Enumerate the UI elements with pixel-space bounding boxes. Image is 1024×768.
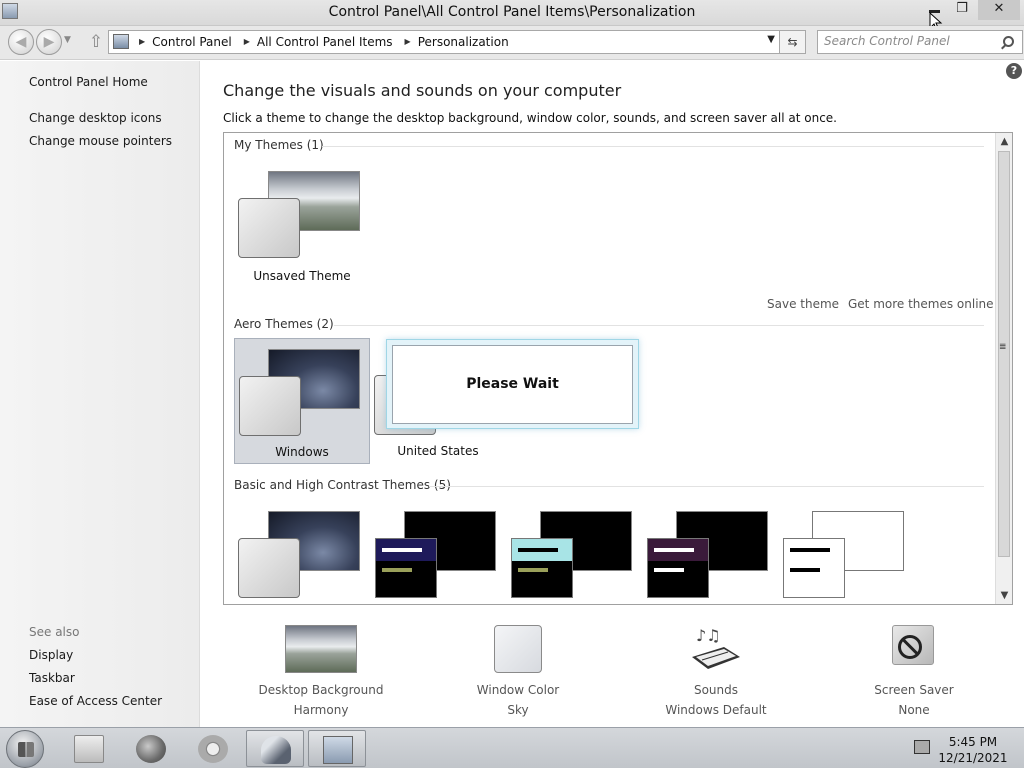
save-theme-link[interactable]: Save theme xyxy=(767,297,839,311)
taskbar: 5:45 PM 12/21/2021 xyxy=(0,727,1024,768)
get-more-themes-link[interactable]: Get more themes online xyxy=(848,297,994,311)
app-icon xyxy=(261,736,291,764)
group-my-themes: My Themes (1) xyxy=(234,138,324,152)
theme-window-preview xyxy=(238,538,300,598)
page-title: Change the visuals and sounds on your co… xyxy=(223,81,622,100)
theme-window-preview xyxy=(238,198,300,258)
up-arrow-icon[interactable]: ⇧ xyxy=(86,32,106,52)
back-button[interactable]: ◀ xyxy=(8,29,34,55)
address-dropdown-icon[interactable]: ▼ xyxy=(767,34,775,45)
windows-logo-icon xyxy=(18,742,34,757)
sounds-value: Windows Default xyxy=(665,703,767,717)
taskbar-file-explorer[interactable] xyxy=(60,730,118,767)
help-icon[interactable]: ? xyxy=(1006,63,1022,79)
scroll-down-button[interactable]: ▼ xyxy=(996,587,1012,604)
screen-saver-value: None xyxy=(898,703,930,717)
task-pane: Control Panel Home Change desktop icons … xyxy=(0,61,200,727)
breadcrumb-control-panel[interactable]: Control Panel xyxy=(152,35,232,49)
start-button[interactable] xyxy=(6,730,44,768)
clock-time: 5:45 PM xyxy=(948,735,998,749)
refresh-button[interactable]: ⇆ xyxy=(780,30,806,54)
restore-button[interactable]: ❐ xyxy=(948,0,976,20)
chevron-right-icon: ▶ xyxy=(139,37,146,46)
group-aero-themes: Aero Themes (2) xyxy=(234,317,334,331)
control-panel-icon xyxy=(323,736,353,764)
forward-button[interactable]: ▶ xyxy=(36,29,62,55)
vertical-scrollbar[interactable]: ▲ ═ ═ ▼ xyxy=(995,133,1012,604)
scroll-thumb[interactable] xyxy=(998,151,1010,557)
search-box[interactable] xyxy=(817,30,1023,54)
dialog-body: Please Wait xyxy=(392,345,633,424)
taskbar-link[interactable]: Taskbar xyxy=(29,671,75,685)
scroll-grip-icon: ═ ═ xyxy=(1000,341,1006,354)
window-color-icon xyxy=(482,623,554,673)
window-title: Control Panel\All Control Panel Items\Pe… xyxy=(328,4,696,20)
title-bar: Control Panel\All Control Panel Items\Pe… xyxy=(0,0,1024,32)
desktop-background-setting[interactable]: Desktop Background Harmony xyxy=(246,623,396,717)
chrome-icon xyxy=(198,735,228,763)
desktop-background-icon xyxy=(285,623,357,673)
sounds-label: Sounds xyxy=(693,683,739,697)
search-input[interactable] xyxy=(824,34,994,48)
group-basic-themes: Basic and High Contrast Themes (5) xyxy=(234,478,451,492)
window-color-value: Sky xyxy=(507,703,529,717)
sounds-setting[interactable]: ♪♫ Sounds Windows Default xyxy=(641,623,791,717)
theme-window-preview xyxy=(647,538,709,598)
please-wait-message: Please Wait xyxy=(466,376,559,392)
control-panel-home-link[interactable]: Control Panel Home xyxy=(29,75,148,89)
breadcrumb-personalization[interactable]: Personalization xyxy=(418,35,509,49)
group-divider xyxy=(322,146,984,147)
control-panel-icon xyxy=(113,34,129,49)
theme-unsaved-label: Unsaved Theme xyxy=(253,269,351,283)
taskbar-control-panel[interactable] xyxy=(308,730,366,767)
recent-pages-dropdown[interactable]: ▼ xyxy=(64,35,71,45)
page-subtitle: Click a theme to change the desktop back… xyxy=(223,111,837,125)
theme-window-preview xyxy=(239,376,301,436)
address-bar[interactable]: ▶ Control Panel ▶ All Control Panel Item… xyxy=(108,30,780,54)
taskbar-app-active[interactable] xyxy=(246,730,304,767)
group-divider xyxy=(429,486,984,487)
network-icon[interactable] xyxy=(914,740,930,754)
desktop-background-value: Harmony xyxy=(293,703,349,717)
window-color-label: Window Color xyxy=(476,683,560,697)
taskbar-firefox[interactable] xyxy=(122,730,180,767)
breadcrumb-all-items[interactable]: All Control Panel Items xyxy=(257,35,393,49)
screen-saver-setting[interactable]: Screen Saver None xyxy=(839,623,989,717)
display-link[interactable]: Display xyxy=(29,648,73,662)
desktop-background-label: Desktop Background xyxy=(258,683,384,697)
theme-united-states-label: United States xyxy=(397,444,479,458)
theme-windows-label: Windows xyxy=(275,445,329,459)
search-icon[interactable] xyxy=(1003,36,1014,47)
theme-window-preview xyxy=(783,538,845,598)
svg-text:♪♫: ♪♫ xyxy=(696,626,721,645)
firefox-icon xyxy=(136,735,166,763)
sounds-icon: ♪♫ xyxy=(680,623,752,673)
clock[interactable]: 5:45 PM 12/21/2021 xyxy=(938,734,1008,766)
chevron-right-icon: ▶ xyxy=(243,37,250,46)
theme-windows[interactable]: Windows xyxy=(234,338,370,464)
change-desktop-icons-link[interactable]: Change desktop icons xyxy=(29,111,162,125)
scroll-up-button[interactable]: ▲ xyxy=(996,133,1012,150)
ease-of-access-link[interactable]: Ease of Access Center xyxy=(29,694,162,708)
theme-window-preview xyxy=(511,538,573,598)
theme-window-preview xyxy=(375,538,437,598)
change-mouse-pointers-link[interactable]: Change mouse pointers xyxy=(29,134,172,148)
screen-saver-icon xyxy=(878,623,950,673)
clock-date: 12/21/2021 xyxy=(938,751,1008,765)
group-divider xyxy=(334,325,984,326)
chevron-right-icon: ▶ xyxy=(404,37,411,46)
see-also-heading: See also xyxy=(29,625,80,639)
navigation-bar: ◀ ▶ ▼ ⇧ ▶ Control Panel ▶ All Control Pa… xyxy=(0,26,1024,60)
window-color-setting[interactable]: Window Color Sky xyxy=(443,623,593,717)
close-button[interactable]: ✕ xyxy=(978,0,1020,20)
screen-saver-label: Screen Saver xyxy=(874,683,954,697)
folder-icon xyxy=(74,735,104,763)
taskbar-chrome[interactable] xyxy=(184,730,242,767)
please-wait-dialog: Please Wait xyxy=(386,339,639,429)
